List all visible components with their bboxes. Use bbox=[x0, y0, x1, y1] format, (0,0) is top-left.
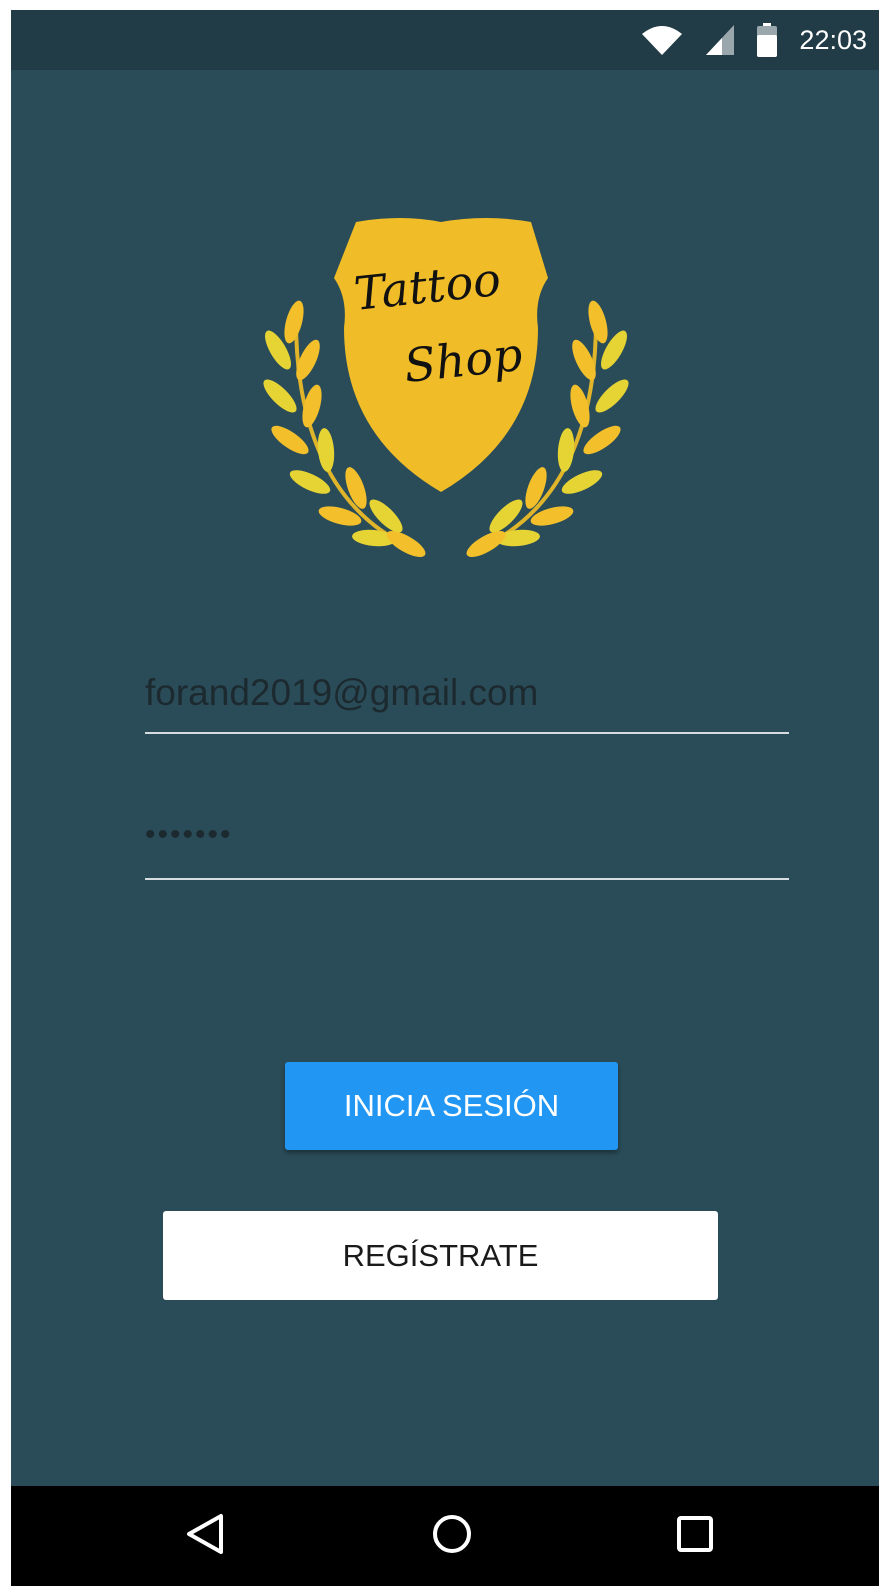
email-field[interactable]: forand2019@gmail.com bbox=[145, 672, 789, 734]
back-button[interactable] bbox=[179, 1510, 231, 1562]
battery-icon bbox=[757, 23, 778, 57]
recents-button[interactable] bbox=[669, 1510, 721, 1562]
phone-screen: 22:03 Tattoo Shop forand2019@gmail.com •… bbox=[11, 10, 879, 1586]
home-button[interactable] bbox=[426, 1510, 478, 1562]
tattoo-shop-logo: Tattoo Shop bbox=[256, 210, 636, 570]
signal-icon bbox=[705, 24, 735, 56]
password-field[interactable]: ••••••• bbox=[145, 818, 789, 880]
wifi-icon bbox=[641, 24, 683, 56]
status-clock: 22:03 bbox=[799, 24, 867, 55]
register-button[interactable]: REGÍSTRATE bbox=[163, 1211, 718, 1300]
back-icon bbox=[185, 1513, 225, 1560]
recents-icon bbox=[676, 1515, 714, 1558]
status-icons: 22:03 bbox=[641, 10, 867, 70]
password-value: ••••••• bbox=[145, 818, 233, 851]
home-icon bbox=[431, 1513, 473, 1560]
navigation-bar bbox=[11, 1486, 879, 1586]
status-bar: 22:03 bbox=[11, 10, 879, 70]
login-button[interactable]: INICIA SESIÓN bbox=[285, 1062, 618, 1150]
email-value: forand2019@gmail.com bbox=[145, 672, 539, 713]
